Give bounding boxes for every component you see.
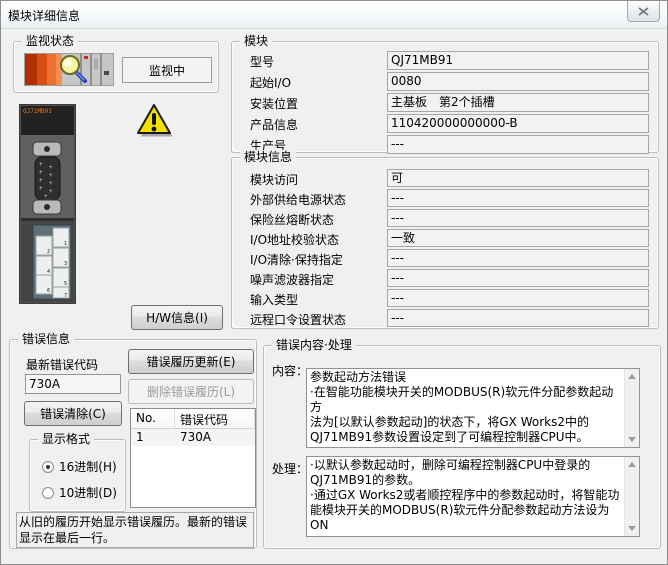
model-value: QJ71MB91 xyxy=(387,51,649,70)
model-label: 型号 xyxy=(250,53,274,70)
error-content-group-label: 错误内容·处理 xyxy=(272,338,356,352)
col-code-header[interactable]: 错误代码 xyxy=(175,409,255,428)
module-detail-dialog: 模块详细信息 监视状态 xyxy=(0,0,668,565)
io-clear-hold-value: --- xyxy=(387,249,649,267)
mount-position-value: 主基板 第2个插槽 xyxy=(387,93,649,112)
hw-info-button[interactable]: H/W信息(I) xyxy=(131,305,223,330)
ext-power-label: 外部供给电源状态 xyxy=(250,191,346,208)
module-info-group: 模块信息 模块访问 可 外部供给电源状态 --- 保险丝熔断状态 --- I/O… xyxy=(231,157,659,329)
error-table-header: No. 错误代码 xyxy=(131,409,255,429)
error-content-group: 错误内容·处理 内容： 参数起动方法错误 ·在智能功能模块开关的MODBUS(R… xyxy=(263,345,661,549)
history-hint-text: 从旧的履历开始显示错误履历。最新的错误显示在最后一行。 xyxy=(16,512,254,548)
svg-text:7: 7 xyxy=(64,293,67,299)
radio-dec[interactable]: 10进制(D) xyxy=(42,484,117,501)
head-io-label: 起始I/O xyxy=(250,74,291,91)
svg-text:+: + xyxy=(44,193,48,200)
monitor-status-value: 监视中 xyxy=(122,57,212,83)
svg-text:1: 1 xyxy=(64,241,67,247)
close-button[interactable] xyxy=(627,1,660,22)
display-format-group-label: 显示格式 xyxy=(38,432,94,446)
svg-text:4: 4 xyxy=(47,269,50,275)
handling-text: ·以默认参数起动时，删除可编程控制器CPU中登录的 QJ71MB91的参数。 ·… xyxy=(307,457,624,536)
row-no: 1 xyxy=(131,429,175,446)
table-row[interactable]: 1 730A xyxy=(131,429,255,446)
io-clear-hold-label: I/O清除·保持指定 xyxy=(250,251,343,268)
content-label: 内容： xyxy=(272,362,308,379)
io-verify-label: I/O地址校验状态 xyxy=(250,231,339,248)
title-bar[interactable]: 模块详细信息 xyxy=(1,1,667,29)
handling-scrollbar[interactable] xyxy=(624,457,639,536)
content-textbox[interactable]: 参数起动方法错误 ·在智能功能模块开关的MODBUS(R)软元件分配参数起动方 … xyxy=(306,368,640,448)
noise-filter-value: --- xyxy=(387,269,649,287)
delete-error-history-button[interactable]: 删除错误履历(L) xyxy=(128,379,254,404)
warning-icon xyxy=(133,101,175,143)
radio-hex-label: 16进制(H) xyxy=(59,458,117,475)
error-history-table[interactable]: No. 错误代码 1 730A xyxy=(130,408,256,508)
fuse-status-label: 保险丝熔断状态 xyxy=(250,211,334,228)
product-info-label: 产品信息 xyxy=(250,116,298,133)
svg-text:+: + xyxy=(39,161,43,168)
radio-dec-label: 10进制(D) xyxy=(59,484,117,501)
svg-text:5: 5 xyxy=(64,281,67,287)
product-info-value: 110420000000000-B xyxy=(387,114,649,133)
ext-power-value: --- xyxy=(387,189,649,207)
svg-text:+: + xyxy=(49,180,53,187)
svg-text:+: + xyxy=(39,185,43,192)
fuse-status-value: --- xyxy=(387,209,649,227)
update-error-history-button[interactable]: 错误履历更新(E) xyxy=(128,349,254,374)
svg-text:2: 2 xyxy=(47,249,50,255)
svg-text:QJ71MB91: QJ71MB91 xyxy=(23,108,52,115)
module-group-label: 模块 xyxy=(240,34,272,48)
input-type-value: --- xyxy=(387,289,649,307)
handling-textbox[interactable]: ·以默认参数起动时，删除可编程控制器CPU中登录的 QJ71MB91的参数。 ·… xyxy=(306,456,640,537)
monitor-status-group: 监视状态 监视中 xyxy=(13,41,219,93)
svg-text:3: 3 xyxy=(64,261,67,267)
col-no-header[interactable]: No. xyxy=(131,409,175,428)
module-group: 模块 型号 QJ71MB91 起始I/O 0080 安装位置 主基板 第2个插槽… xyxy=(231,41,659,153)
window-title: 模块详细信息 xyxy=(8,7,80,24)
clear-error-button[interactable]: 错误清除(C) xyxy=(24,401,122,426)
scroll-up-icon[interactable] xyxy=(628,374,636,379)
error-info-group: 错误信息 最新错误代码 730A 错误履历更新(E) 删除错误履历(L) 错误清… xyxy=(9,339,257,549)
noise-filter-label: 噪声滤波器指定 xyxy=(250,271,334,288)
module-access-label: 模块访问 xyxy=(250,171,298,188)
svg-text:+: + xyxy=(49,172,53,179)
radio-dec-icon xyxy=(42,487,54,499)
close-icon xyxy=(638,7,649,16)
mount-position-label: 安装位置 xyxy=(250,95,298,112)
handling-label: 处理： xyxy=(272,460,308,477)
row-code: 730A xyxy=(175,429,255,446)
io-verify-value: 一致 xyxy=(387,229,649,247)
svg-text:6: 6 xyxy=(47,288,50,294)
scroll-up-icon[interactable] xyxy=(628,462,636,467)
module-access-value: 可 xyxy=(387,169,649,187)
input-type-label: 输入类型 xyxy=(250,291,298,308)
module-info-group-label: 模块信息 xyxy=(240,150,296,164)
svg-text:+: + xyxy=(39,177,43,184)
head-io-value: 0080 xyxy=(387,72,649,91)
module-image: QJ71MB91 ++ ++ ++ ++ + 12 34 56 xyxy=(19,104,76,304)
latest-error-field: 730A xyxy=(25,374,121,394)
content-text: 参数起动方法错误 ·在智能功能模块开关的MODBUS(R)软元件分配参数起动方 … xyxy=(307,369,624,447)
svg-text:+: + xyxy=(49,164,53,171)
monitor-status-group-label: 监视状态 xyxy=(22,34,78,48)
scroll-down-icon[interactable] xyxy=(628,437,636,442)
latest-error-label: 最新错误代码 xyxy=(26,356,98,373)
svg-text:+: + xyxy=(39,169,43,176)
svg-text:+: + xyxy=(49,188,53,195)
radio-hex-icon xyxy=(42,461,54,473)
monitor-status-image xyxy=(24,53,114,86)
scroll-down-icon[interactable] xyxy=(628,526,636,531)
content-scrollbar[interactable] xyxy=(624,369,639,447)
remote-password-label: 远程口令设置状态 xyxy=(250,311,346,328)
display-format-group: 显示格式 16进制(H) 10进制(D) xyxy=(29,439,126,512)
remote-password-value: --- xyxy=(387,309,649,327)
error-info-group-label: 错误信息 xyxy=(18,332,74,346)
serial-no-value: --- xyxy=(387,135,649,154)
radio-hex[interactable]: 16进制(H) xyxy=(42,458,117,475)
